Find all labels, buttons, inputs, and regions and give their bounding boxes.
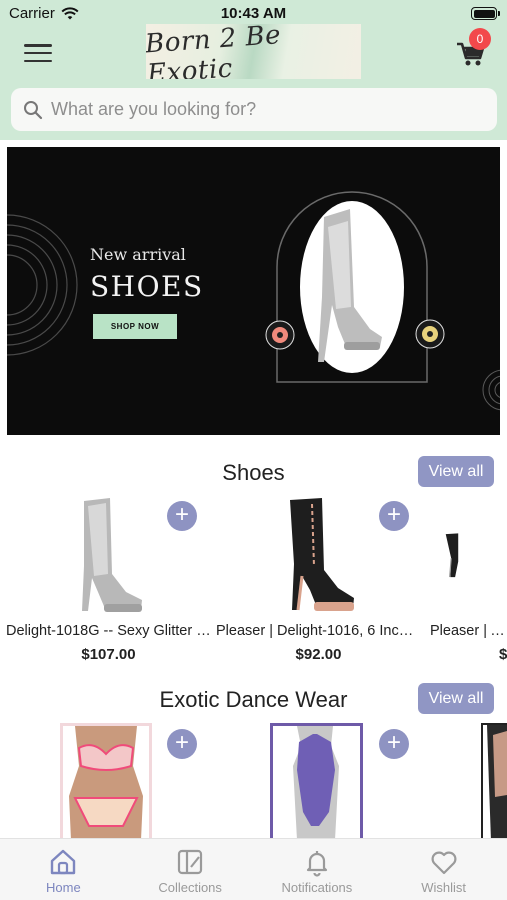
- product-image[interactable]: [270, 723, 363, 843]
- add-to-cart-button[interactable]: +: [167, 729, 197, 759]
- product-name: Delight-1018G -- Sexy Glitter Peep Toe A…: [6, 623, 211, 639]
- shoes-view-all-button[interactable]: View all: [418, 456, 494, 487]
- banner-subtitle: New arrival: [90, 245, 186, 264]
- flower-right-icon: [415, 319, 445, 349]
- tab-collections-label: Collections: [158, 880, 222, 895]
- tab-wishlist-label: Wishlist: [421, 880, 467, 895]
- battery-icon: [471, 7, 500, 20]
- collections-icon: [178, 849, 203, 875]
- search-bar[interactable]: [11, 88, 497, 131]
- product-name: Pleaser | Adore: [430, 623, 507, 639]
- product-image[interactable]: [60, 723, 152, 843]
- tab-notifications-label: Notifications: [281, 880, 353, 895]
- tab-notifications[interactable]: Notifications: [254, 839, 381, 900]
- black-lingerie-image: [487, 725, 507, 841]
- add-to-cart-button[interactable]: +: [379, 729, 409, 759]
- logo-text: Born 2 Be Exotic: [146, 24, 282, 79]
- lingerie-set-image: [69, 726, 143, 840]
- product-price: $: [499, 646, 507, 663]
- add-to-cart-button[interactable]: +: [167, 501, 197, 531]
- concentric-arcs-decoration: [7, 214, 78, 356]
- menu-icon[interactable]: [24, 42, 52, 64]
- flower-left-icon: [265, 320, 295, 350]
- tab-home-label: Home: [46, 880, 81, 895]
- banner-title: SHOES: [90, 270, 204, 303]
- search-input[interactable]: [51, 99, 471, 120]
- search-icon: [24, 100, 43, 119]
- tab-home[interactable]: Home: [0, 839, 127, 900]
- shop-now-button[interactable]: SHOP NOW: [93, 314, 177, 339]
- cart-count-badge: 0: [469, 28, 491, 50]
- bell-icon: [306, 851, 327, 877]
- status-time: 10:43 AM: [220, 5, 287, 22]
- add-to-cart-button[interactable]: +: [379, 501, 409, 531]
- product-image[interactable]: [481, 723, 507, 843]
- exotic-dance-wear-view-all-button[interactable]: View all: [418, 683, 494, 714]
- product-image: [445, 533, 459, 578]
- heart-icon: [431, 851, 457, 875]
- app-header: Carrier 10:43 AM Born 2 Be Exotic 0: [0, 0, 507, 140]
- product-price: $107.00: [81, 646, 136, 663]
- tab-wishlist[interactable]: Wishlist: [380, 839, 507, 900]
- tab-collections[interactable]: Collections: [127, 839, 254, 900]
- promo-banner[interactable]: New arrival SHOES SHOP NOW: [7, 147, 500, 435]
- small-arcs-decoration: [482, 369, 500, 411]
- mesh-bodysuit-image: [293, 726, 339, 840]
- featured-boot-image: [265, 191, 445, 383]
- brand-logo[interactable]: Born 2 Be Exotic: [146, 24, 361, 79]
- bottom-tab-bar: Home Collections Notifications Wishlist: [0, 838, 507, 900]
- home-icon: [51, 849, 76, 875]
- product-price: $92.00: [295, 646, 342, 663]
- product-name: Pleaser | Delight-1016, 6 Inch Lace Up A…: [216, 623, 421, 639]
